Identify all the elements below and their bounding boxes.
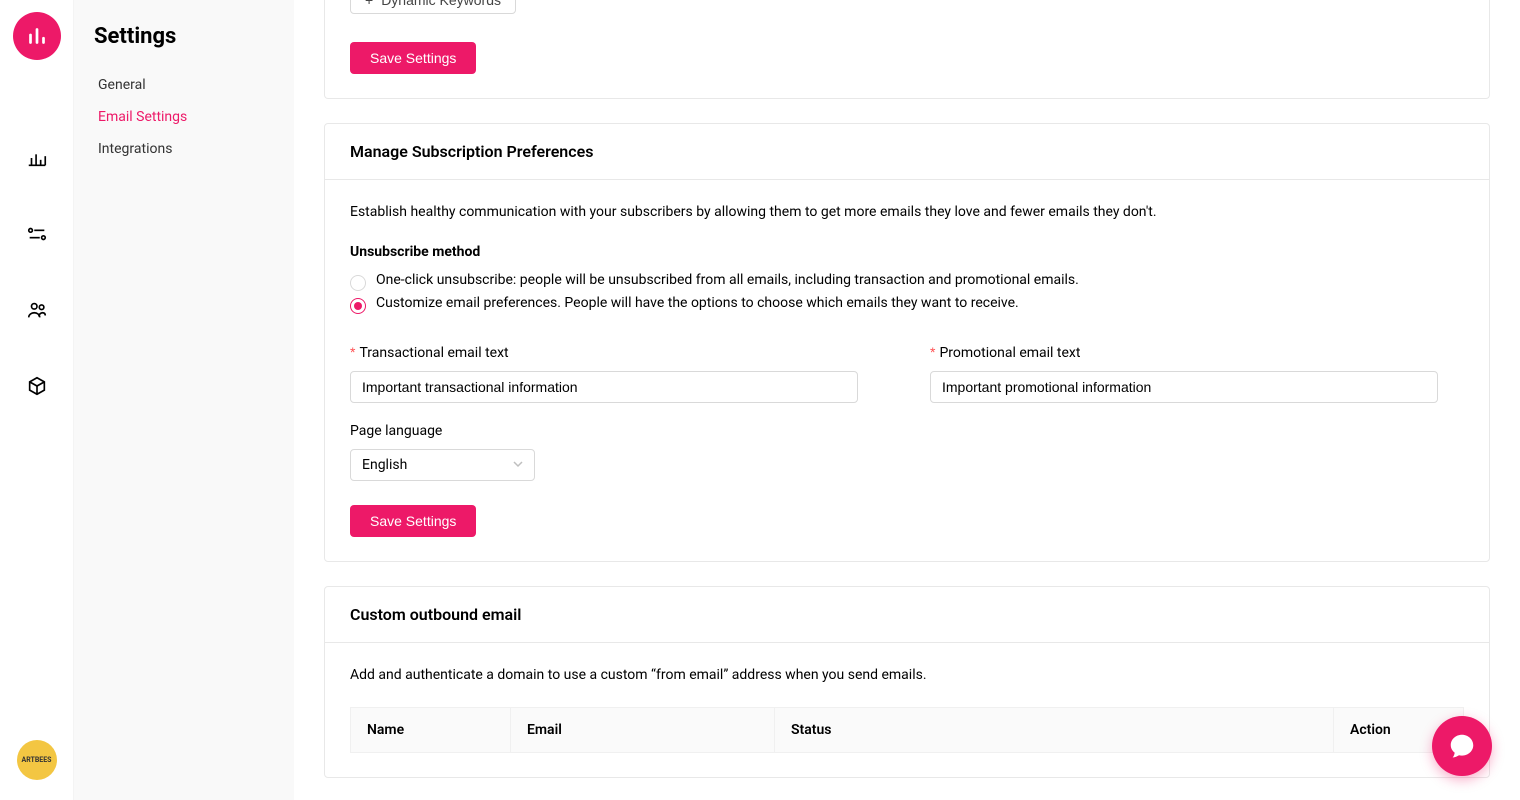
promotional-label-text: Promotional email text (939, 345, 1080, 361)
chevron-down-icon (513, 457, 523, 473)
radio-one-click[interactable]: One-click unsubscribe: people will be un… (350, 270, 1464, 293)
chat-icon (1447, 731, 1477, 761)
card-title-subscription: Manage Subscription Preferences (325, 124, 1489, 180)
dynamic-keywords-label: Dynamic Keywords (381, 0, 501, 8)
transactional-label: *Transactional email text (350, 344, 884, 361)
outbound-description: Add and authenticate a domain to use a c… (350, 667, 1464, 683)
unsubscribe-radio-group: One-click unsubscribe: people will be un… (350, 270, 1464, 316)
app-logo[interactable] (13, 12, 61, 60)
nav-product-icon[interactable] (17, 366, 57, 406)
sidebar-item-integrations[interactable]: Integrations (94, 133, 294, 165)
outbound-domains-table: Name Email Status Action (350, 707, 1464, 753)
card-custom-outbound: Custom outbound email Add and authentica… (324, 586, 1490, 778)
icon-rail: ARTBEES (0, 0, 74, 800)
save-settings-button-top[interactable]: Save Settings (350, 42, 476, 74)
nav-automation-icon[interactable] (17, 214, 57, 254)
page-language-select[interactable]: English (350, 449, 535, 481)
col-name: Name (351, 708, 511, 753)
radio-customize-label: Customize email preferences. People will… (376, 295, 1019, 311)
plus-icon: + (365, 0, 373, 8)
required-star: * (350, 344, 355, 360)
settings-sidebar: Settings General Email Settings Integrat… (74, 0, 294, 800)
sidebar-item-email-settings[interactable]: Email Settings (94, 101, 294, 133)
promotional-label: *Promotional email text (930, 344, 1464, 361)
org-avatar[interactable]: ARTBEES (17, 740, 57, 780)
card-title-outbound: Custom outbound email (325, 587, 1489, 643)
nav-people-icon[interactable] (17, 290, 57, 330)
card-dynamic-keywords: + Dynamic Keywords Save Settings (324, 0, 1490, 99)
page-language-value: English (362, 457, 407, 473)
promotional-input[interactable] (930, 371, 1438, 403)
chat-support-fab[interactable] (1432, 716, 1492, 776)
main-content: + Dynamic Keywords Save Settings Manage … (294, 0, 1520, 800)
card-subscription-preferences: Manage Subscription Preferences Establis… (324, 123, 1490, 562)
sidebar-title: Settings (94, 24, 294, 49)
transactional-input[interactable] (350, 371, 858, 403)
nav-analytics-icon[interactable] (17, 138, 57, 178)
col-email: Email (511, 708, 775, 753)
save-settings-button-subscription[interactable]: Save Settings (350, 505, 476, 537)
required-star: * (930, 344, 935, 360)
radio-customize[interactable]: Customize email preferences. People will… (350, 293, 1464, 316)
radio-icon (350, 275, 366, 291)
page-language-label: Page language (350, 423, 1464, 439)
radio-one-click-label: One-click unsubscribe: people will be un… (376, 272, 1079, 288)
sidebar-item-general[interactable]: General (94, 69, 294, 101)
subscription-description: Establish healthy communication with you… (350, 204, 1464, 220)
transactional-label-text: Transactional email text (359, 345, 508, 361)
dynamic-keywords-button[interactable]: + Dynamic Keywords (350, 0, 516, 14)
unsubscribe-method-label: Unsubscribe method (350, 244, 1464, 260)
radio-icon (350, 298, 366, 314)
col-status: Status (775, 708, 1334, 753)
